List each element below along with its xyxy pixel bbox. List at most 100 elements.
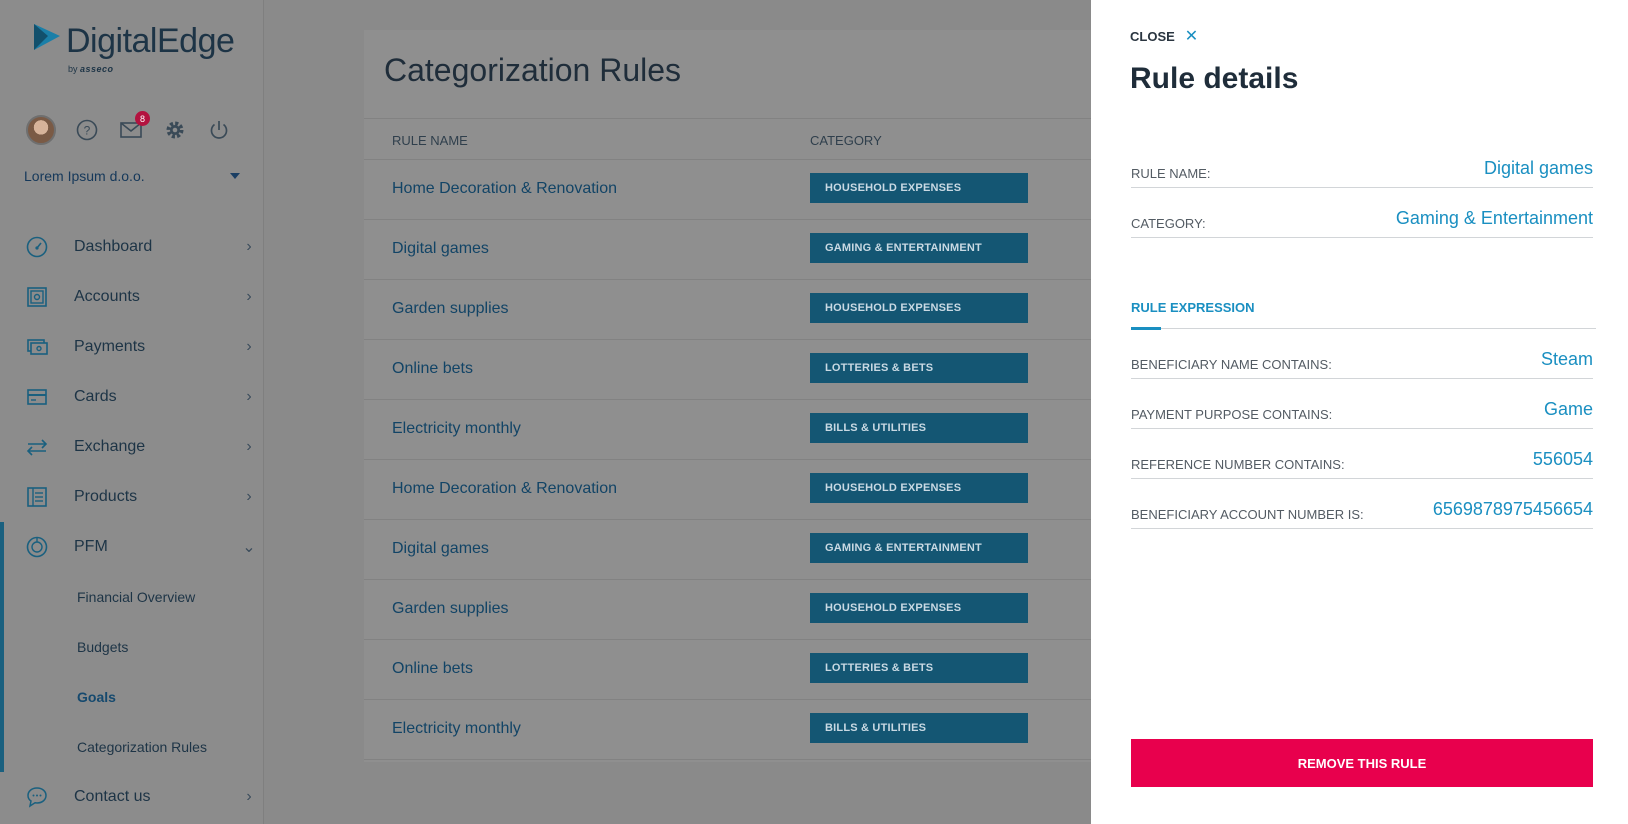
rule-name[interactable]: Digital games bbox=[392, 540, 489, 558]
nav-item-exchange[interactable]: Exchange › bbox=[0, 422, 264, 472]
table-row[interactable]: Home Decoration & Renovation HOUSEHOLD EX… bbox=[364, 160, 1124, 220]
close-button[interactable]: CLOSE ✕ bbox=[1130, 26, 1198, 46]
rules-table-body: Home Decoration & Renovation HOUSEHOLD EX… bbox=[364, 160, 1124, 760]
field-label: PAYMENT PURPOSE CONTAINS: bbox=[1131, 407, 1333, 422]
products-icon bbox=[24, 484, 50, 510]
chevron-right-icon: › bbox=[246, 388, 252, 405]
nav-item-cards[interactable]: Cards › bbox=[0, 372, 264, 422]
sub-item-budgets[interactable]: Budgets bbox=[0, 622, 264, 672]
nav-item-contact[interactable]: Contact us › bbox=[0, 772, 264, 822]
field-label: CATEGORY: bbox=[1131, 216, 1206, 231]
chevron-right-icon: › bbox=[246, 288, 252, 305]
logo[interactable]: DigitalEdge by asseco bbox=[32, 22, 235, 74]
nav-label: Exchange bbox=[74, 438, 146, 455]
nav-item-pfm[interactable]: PFM ⌄ bbox=[0, 522, 264, 572]
nav-item-payments[interactable]: Payments › bbox=[0, 322, 264, 372]
sub-item-financial-overview[interactable]: Financial Overview bbox=[0, 572, 264, 622]
category-badge: HOUSEHOLD EXPENSES bbox=[810, 293, 1028, 323]
pfm-icon bbox=[24, 534, 50, 560]
nav-label: Products bbox=[74, 488, 138, 505]
rule-name[interactable]: Home Decoration & Renovation bbox=[392, 180, 617, 198]
card-icon bbox=[24, 384, 50, 410]
payment-icon bbox=[24, 334, 50, 360]
category-badge: GAMING & ENTERTAINMENT bbox=[810, 533, 1028, 563]
category-field: CATEGORY: Gaming & Entertainment bbox=[1131, 188, 1593, 238]
table-row[interactable]: Digital games GAMING & ENTERTAINMENT bbox=[364, 220, 1124, 280]
chevron-right-icon: › bbox=[246, 338, 252, 355]
table-row[interactable]: Digital games GAMING & ENTERTAINMENT bbox=[364, 520, 1124, 580]
user-toolbar: ? 8 bbox=[26, 111, 232, 145]
avatar[interactable] bbox=[26, 115, 56, 145]
rule-name[interactable]: Electricity monthly bbox=[392, 420, 521, 438]
field-value: Digital games bbox=[1483, 158, 1593, 178]
sidebar: DigitalEdge by asseco ? 8 Lorem Ipsum d.… bbox=[0, 0, 264, 824]
field-value: Steam bbox=[1540, 349, 1593, 369]
rule-name[interactable]: Online bets bbox=[392, 660, 473, 678]
field-label: BENEFICIARY ACCOUNT NUMBER IS: bbox=[1131, 507, 1364, 522]
rule-name[interactable]: Electricity monthly bbox=[392, 720, 521, 738]
rule-name[interactable]: Digital games bbox=[392, 240, 489, 258]
nav-item-dashboard[interactable]: Dashboard › bbox=[0, 222, 264, 272]
tab-bar: RULE EXPRESSION bbox=[1131, 300, 1596, 330]
sub-item-goals[interactable]: Goals bbox=[0, 672, 264, 722]
field-value: 6569878975456654 bbox=[1432, 499, 1593, 519]
reference-number-field: REFERENCE NUMBER CONTAINS: 556054 bbox=[1131, 429, 1593, 479]
nav-label: PFM bbox=[74, 538, 108, 555]
rule-name[interactable]: Garden supplies bbox=[392, 600, 509, 618]
rule-details-panel: CLOSE ✕ Rule details RULE NAME: Digital … bbox=[1091, 0, 1628, 824]
chat-icon bbox=[24, 784, 50, 810]
mail-icon[interactable]: 8 bbox=[118, 111, 150, 143]
payment-purpose-field: PAYMENT PURPOSE CONTAINS: Game bbox=[1131, 379, 1593, 429]
nav-label: Contact us bbox=[74, 788, 151, 805]
nav-item-products[interactable]: Products › bbox=[0, 472, 264, 522]
logo-text: DigitalEdge bbox=[66, 22, 235, 60]
rule-name[interactable]: Garden supplies bbox=[392, 300, 509, 318]
tab-rule-expression[interactable]: RULE EXPRESSION bbox=[1131, 300, 1255, 315]
company-name: Lorem Ipsum d.o.o. bbox=[24, 168, 145, 184]
table-row[interactable]: Online bets LOTTERIES & BETS bbox=[364, 340, 1124, 400]
gear-icon[interactable] bbox=[162, 117, 188, 143]
rule-name[interactable]: Online bets bbox=[392, 360, 473, 378]
table-row[interactable]: Home Decoration & Renovation HOUSEHOLD EX… bbox=[364, 460, 1124, 520]
pfm-subnav: Financial Overview Budgets Goals Categor… bbox=[0, 572, 264, 772]
safe-icon bbox=[24, 284, 50, 310]
table-row[interactable]: Garden supplies HOUSEHOLD EXPENSES bbox=[364, 580, 1124, 640]
nav-item-accounts[interactable]: Accounts › bbox=[0, 272, 264, 322]
table-row[interactable]: Electricity monthly BILLS & UTILITIES bbox=[364, 400, 1124, 460]
remove-rule-button[interactable]: REMOVE THIS RULE bbox=[1131, 739, 1593, 787]
power-icon[interactable] bbox=[206, 117, 232, 143]
category-badge: BILLS & UTILITIES bbox=[810, 413, 1028, 443]
close-label: CLOSE bbox=[1130, 28, 1175, 44]
category-badge: BILLS & UTILITIES bbox=[810, 713, 1028, 743]
svg-text:?: ? bbox=[84, 124, 91, 138]
company-selector[interactable]: Lorem Ipsum d.o.o. bbox=[24, 168, 240, 184]
table-row[interactable]: Garden supplies HOUSEHOLD EXPENSES bbox=[364, 280, 1124, 340]
rules-card: Categorization Rules RULE NAME CATEGORY … bbox=[364, 30, 1124, 762]
sub-item-categorization-rules[interactable]: Categorization Rules bbox=[0, 722, 264, 772]
rule-name-field: RULE NAME: Digital games bbox=[1131, 138, 1593, 188]
chevron-right-icon: › bbox=[246, 788, 252, 805]
beneficiary-name-field: BENEFICIARY NAME CONTAINS: Steam bbox=[1131, 329, 1593, 379]
field-value: Gaming & Entertainment bbox=[1395, 208, 1593, 228]
main-nav: Dashboard › Accounts › Payments › Cards … bbox=[0, 222, 264, 822]
field-label: REFERENCE NUMBER CONTAINS: bbox=[1131, 457, 1345, 472]
category-badge: LOTTERIES & BETS bbox=[810, 653, 1028, 683]
chevron-down-icon: ⌄ bbox=[242, 539, 256, 556]
table-row[interactable]: Electricity monthly BILLS & UTILITIES bbox=[364, 700, 1124, 760]
chevron-right-icon: › bbox=[246, 238, 252, 255]
help-icon[interactable]: ? bbox=[74, 117, 100, 143]
nav-label: Accounts bbox=[74, 288, 140, 305]
nav-label: Payments bbox=[74, 338, 146, 355]
nav-label: Dashboard bbox=[74, 238, 153, 255]
beneficiary-account-field: BENEFICIARY ACCOUNT NUMBER IS: 656987897… bbox=[1131, 479, 1593, 529]
column-header-rule-name[interactable]: RULE NAME bbox=[392, 133, 468, 148]
logo-subtitle: by asseco bbox=[68, 64, 114, 74]
table-header: RULE NAME CATEGORY bbox=[364, 118, 1124, 160]
column-header-category[interactable]: CATEGORY bbox=[810, 133, 882, 148]
table-row[interactable]: Online bets LOTTERIES & BETS bbox=[364, 640, 1124, 700]
chevron-down-icon bbox=[230, 173, 240, 179]
gauge-icon bbox=[24, 234, 50, 260]
field-label: RULE NAME: bbox=[1131, 166, 1211, 181]
category-badge: HOUSEHOLD EXPENSES bbox=[810, 473, 1028, 503]
rule-name[interactable]: Home Decoration & Renovation bbox=[392, 480, 617, 498]
